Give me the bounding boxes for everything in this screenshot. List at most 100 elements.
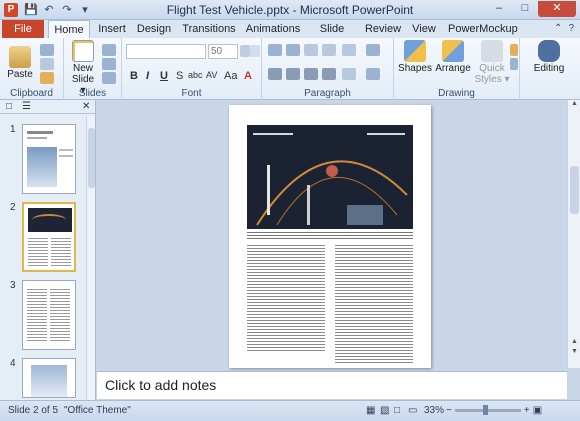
shapes-button[interactable]: Shapes	[398, 40, 432, 74]
text-direction-icon[interactable]	[366, 44, 380, 56]
strikethrough-button[interactable]: S	[176, 70, 183, 82]
slide-thumbnail-1[interactable]	[22, 124, 76, 194]
undo-icon[interactable]: ↶	[42, 3, 56, 17]
copy-icon[interactable]	[40, 58, 54, 70]
underline-button[interactable]: U	[160, 70, 168, 82]
align-center-icon[interactable]	[286, 68, 300, 80]
grow-font-icon[interactable]	[240, 45, 250, 57]
paste-button[interactable]: Paste	[6, 40, 34, 80]
arrange-button[interactable]: Arrange	[434, 40, 472, 74]
scroll-up-icon[interactable]: ▲	[568, 100, 580, 110]
next-slide-icon[interactable]: ▼	[568, 348, 580, 358]
slide-text-column-left	[247, 245, 325, 353]
bold-button[interactable]: B	[130, 70, 138, 82]
arrange-icon	[442, 40, 464, 62]
shrink-font-icon[interactable]	[250, 45, 260, 57]
ribbon-tabs: File Home Insert Design Transitions Anim…	[0, 20, 580, 53]
font-name-field[interactable]	[126, 44, 206, 59]
slides-label: Slides	[78, 88, 107, 99]
close-icon[interactable]: ✕	[538, 1, 576, 17]
tab-home[interactable]: Home	[48, 20, 90, 38]
align-left-icon[interactable]	[268, 68, 282, 80]
slides-pane: □ ☰ ✕ 1 2 3 4	[0, 100, 96, 400]
slide-scrollbar[interactable]: ▲ ▲ ▼	[567, 100, 580, 368]
reading-view-icon[interactable]: □	[394, 405, 400, 416]
tab-slide-show[interactable]: Slide Show	[306, 20, 358, 53]
font-size-field[interactable]: 50	[208, 44, 238, 59]
editing-button[interactable]: Editing	[526, 40, 572, 74]
tab-design[interactable]: Design	[134, 20, 174, 38]
character-spacing-button[interactable]: AV	[206, 70, 217, 80]
slide-image	[247, 125, 413, 229]
slide-thumbnail-4[interactable]	[22, 358, 76, 398]
line-spacing-icon[interactable]	[342, 44, 356, 56]
justify-icon[interactable]	[322, 68, 336, 80]
customize-qat-icon[interactable]: ▾	[78, 3, 92, 17]
increase-indent-icon[interactable]	[322, 44, 336, 56]
save-icon[interactable]: 💾	[24, 3, 38, 17]
minimize-icon[interactable]: –	[486, 1, 512, 17]
slides-tab-icon[interactable]: □	[6, 101, 12, 112]
help-icon[interactable]: ?	[568, 23, 574, 34]
previous-slide-icon[interactable]: ▲	[568, 338, 580, 348]
quick-access-toolbar: 💾 ↶ ↷ ▾	[24, 2, 92, 18]
fit-to-window-icon[interactable]: ▣	[533, 405, 542, 416]
shape-fill-icon[interactable]	[510, 44, 518, 56]
columns-icon[interactable]	[342, 68, 356, 80]
binoculars-icon	[538, 40, 560, 62]
tab-transitions[interactable]: Transitions	[180, 20, 238, 38]
quick-styles-button[interactable]: Quick Styles ▾	[474, 40, 510, 85]
pane-tabs: □ ☰ ✕	[0, 100, 96, 114]
zoom-level[interactable]: 33%	[424, 405, 444, 416]
zoom-control: − + ▣	[446, 405, 542, 416]
notes-pane[interactable]: Click to add notes	[97, 371, 567, 399]
slide-thumbnail-3[interactable]	[22, 280, 76, 350]
tab-review[interactable]: Review	[364, 20, 402, 38]
change-case-button[interactable]: Aa	[224, 70, 237, 82]
slide-scrollbar-thumb[interactable]	[570, 166, 579, 214]
decrease-indent-icon[interactable]	[304, 44, 318, 56]
outline-tab-icon[interactable]: ☰	[22, 101, 31, 112]
tab-view[interactable]: View	[408, 20, 440, 38]
font-color-button[interactable]: A	[244, 70, 252, 82]
bullets-icon[interactable]	[268, 44, 282, 56]
drawing-label: Drawing	[438, 88, 475, 99]
tab-insert[interactable]: Insert	[94, 20, 130, 38]
slide-caption	[247, 232, 413, 240]
numbering-icon[interactable]	[286, 44, 300, 56]
reset-slide-icon[interactable]	[102, 58, 116, 70]
tab-powermockup[interactable]: PowerMockup	[448, 20, 518, 38]
align-right-icon[interactable]	[304, 68, 318, 80]
trajectory-illustration	[253, 133, 408, 226]
thumbnail-scrollbar[interactable]	[86, 116, 95, 400]
slide-sorter-icon[interactable]: ▧	[380, 405, 389, 416]
ribbon-help-icons: ⌃ ?	[554, 23, 574, 34]
minimize-ribbon-icon[interactable]: ⌃	[554, 23, 562, 34]
shapes-icon	[404, 40, 426, 62]
cut-icon[interactable]	[40, 44, 54, 56]
zoom-slider[interactable]	[454, 405, 521, 415]
slide-2[interactable]	[229, 105, 431, 368]
maximize-icon[interactable]: □	[512, 1, 538, 17]
shape-outline-icon[interactable]	[510, 58, 518, 70]
shadow-button[interactable]: abc	[188, 70, 203, 80]
zoom-in-icon[interactable]: +	[524, 405, 530, 416]
ribbon-home: Paste Clipboard New Slide ▾ Slides 50 B …	[0, 38, 580, 100]
normal-view-icon[interactable]: ▦	[366, 405, 375, 416]
section-icon[interactable]	[102, 72, 116, 84]
tab-file[interactable]: File	[2, 20, 44, 38]
redo-icon[interactable]: ↷	[60, 3, 74, 17]
powerpoint-app-icon[interactable]: P	[4, 3, 18, 17]
close-pane-icon[interactable]: ✕	[82, 101, 90, 112]
paragraph-group: Paragraph	[262, 38, 394, 100]
format-painter-icon[interactable]	[40, 72, 54, 84]
italic-button[interactable]: I	[146, 70, 149, 82]
slide-thumbnail-2[interactable]	[22, 202, 76, 272]
thumbnail-scrollbar-thumb[interactable]	[88, 128, 95, 188]
tab-animations[interactable]: Animations	[244, 20, 302, 38]
smartart-icon[interactable]	[366, 68, 380, 80]
zoom-slider-thumb[interactable]	[482, 405, 488, 415]
zoom-out-icon[interactable]: −	[446, 405, 452, 416]
slideshow-view-icon[interactable]: ▭	[408, 405, 417, 416]
layout-icon[interactable]	[102, 44, 116, 56]
